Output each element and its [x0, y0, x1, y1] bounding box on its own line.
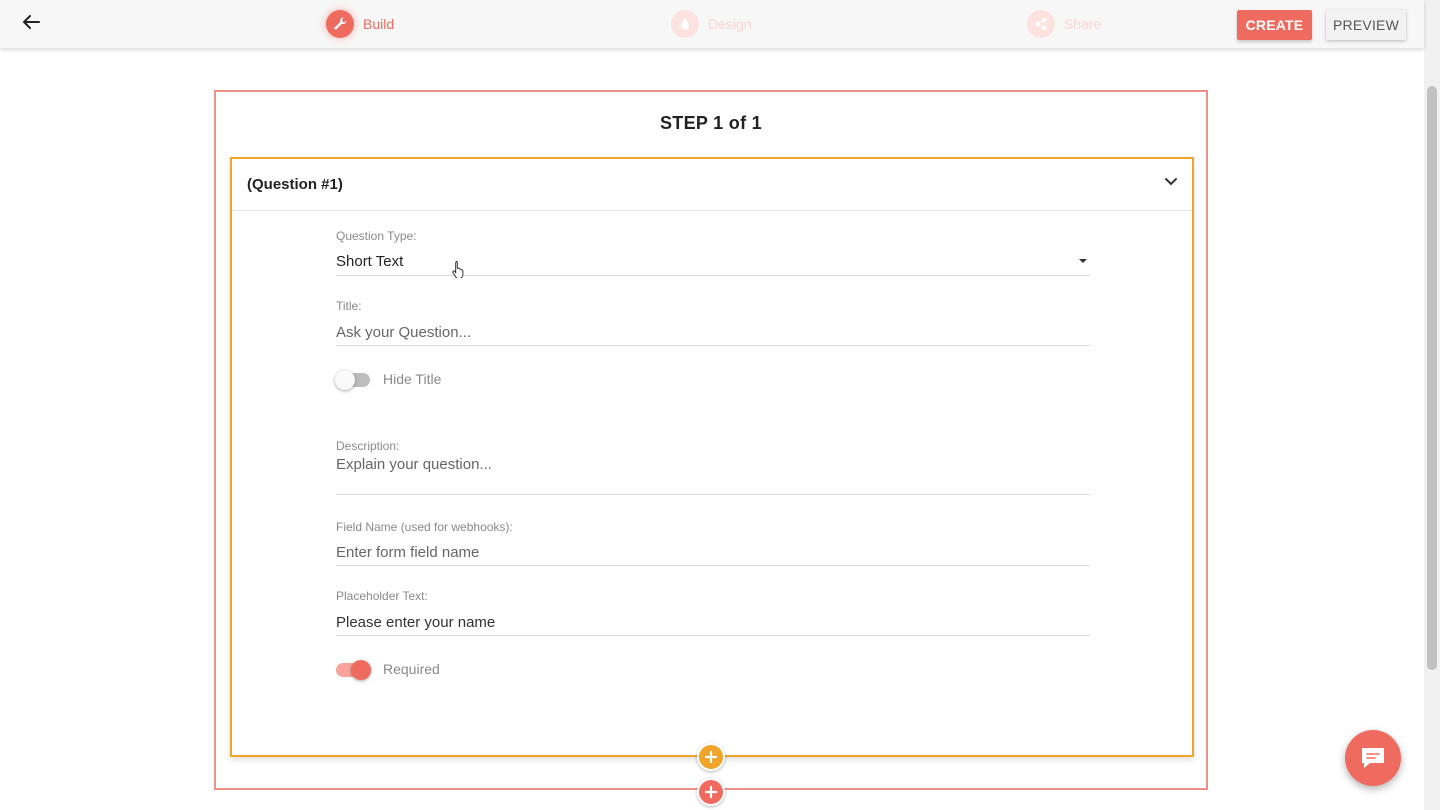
question-type-select[interactable]: Short Text: [336, 249, 1090, 276]
chevron-down-icon[interactable]: [1164, 177, 1178, 187]
scrollbar-thumb[interactable]: [1427, 86, 1437, 670]
add-step-button[interactable]: [697, 778, 725, 806]
nav-step-build-label: Build: [363, 16, 395, 32]
droplet-icon: [671, 10, 699, 38]
title-input[interactable]: [336, 319, 1090, 346]
chat-widget-button[interactable]: [1345, 730, 1401, 786]
plus-icon: [704, 785, 718, 799]
placeholder-text-input[interactable]: [336, 609, 1090, 636]
nav-step-design-label: Design: [708, 16, 752, 32]
description-textarea[interactable]: [336, 456, 1090, 495]
question-type-value: Short Text: [336, 253, 404, 270]
description-label: Description:: [336, 439, 400, 453]
page-scrollbar[interactable]: [1424, 0, 1440, 810]
caret-down-icon: [1079, 259, 1087, 263]
placeholder-text-label: Placeholder Text:: [336, 589, 428, 603]
field-name-label: Field Name (used for webhooks):: [336, 520, 513, 534]
plus-icon: [704, 750, 718, 764]
back-button[interactable]: [18, 10, 44, 34]
create-button[interactable]: CREATE: [1237, 10, 1312, 40]
title-label: Title:: [336, 299, 362, 313]
question-card: (Question #1) Question Type: Short Text …: [230, 157, 1194, 757]
toggle-knob: [351, 660, 371, 680]
chat-icon: [1362, 748, 1384, 768]
arrow-left-icon: [23, 15, 40, 29]
nav-step-share-label: Share: [1064, 16, 1102, 32]
nav-step-share[interactable]: Share: [1027, 10, 1101, 38]
hide-title-label: Hide Title: [383, 371, 442, 387]
required-label: Required: [383, 661, 440, 677]
field-name-input[interactable]: [336, 539, 1090, 566]
share-icon: [1027, 10, 1055, 38]
preview-button[interactable]: PREVIEW: [1326, 10, 1406, 40]
step-title: STEP 1 of 1: [659, 113, 762, 133]
question-type-label: Question Type:: [336, 229, 417, 243]
required-toggle[interactable]: [336, 660, 371, 680]
question-title: (Question #1): [247, 176, 343, 193]
toggle-knob: [335, 370, 355, 390]
question-header[interactable]: (Question #1): [232, 159, 1192, 211]
nav-step-build[interactable]: Build: [326, 10, 394, 38]
top-bar: Build Design Share CREATE PREVIEW: [0, 0, 1424, 48]
hide-title-toggle[interactable]: [335, 370, 370, 390]
add-question-button[interactable]: [697, 743, 725, 771]
nav-step-design[interactable]: Design: [671, 10, 752, 38]
hand-cursor-icon: [452, 261, 464, 278]
wrench-icon: [326, 10, 354, 38]
